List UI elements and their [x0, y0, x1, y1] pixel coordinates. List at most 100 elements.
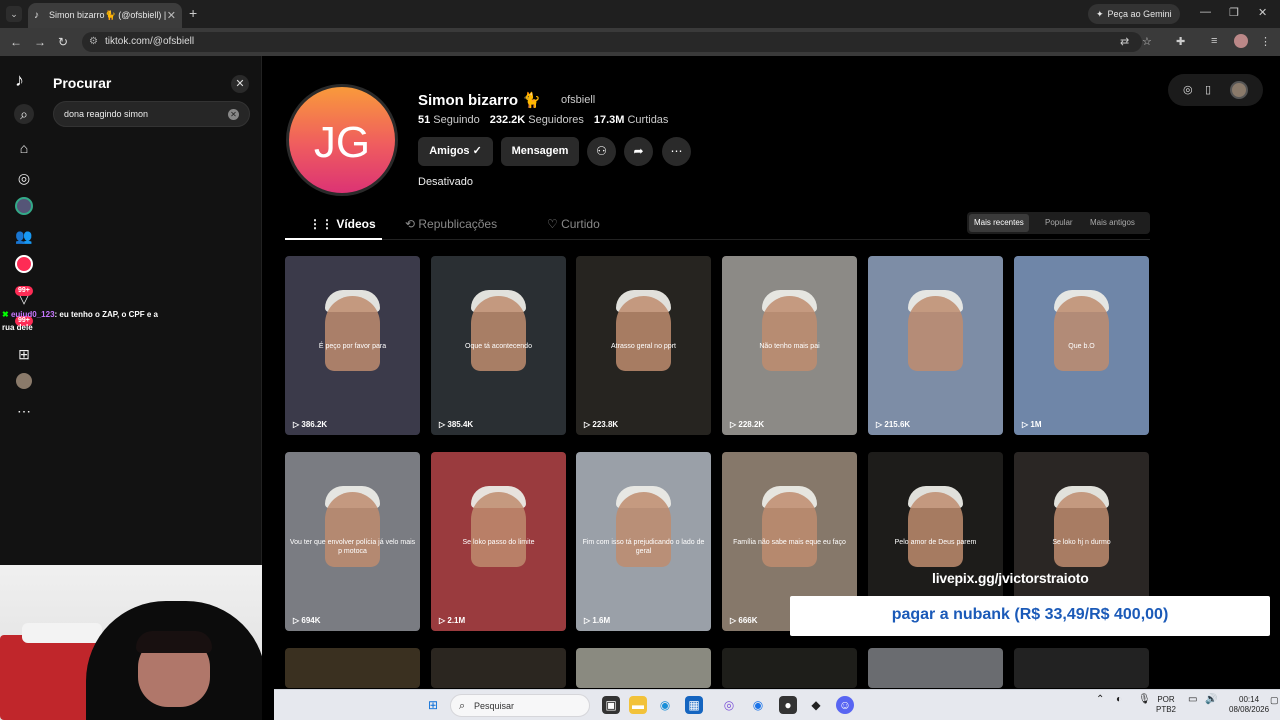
translate-icon[interactable]: ⇄	[1120, 35, 1129, 48]
taskbar-search[interactable]: ⌕ Pesquisar	[450, 694, 590, 717]
video-card[interactable]: Se loko passo do limite ▷ 2.1M	[431, 452, 566, 631]
video-card[interactable]: Atrasso geral no pprt ▷ 223.8K	[576, 256, 711, 435]
tab-reposts[interactable]: ⟲ Republicações	[405, 217, 497, 231]
message-button[interactable]: Mensagem	[501, 137, 579, 166]
video-card[interactable]	[576, 648, 711, 688]
coin-icon[interactable]: ◎	[1183, 83, 1193, 96]
store-icon[interactable]: ▦	[685, 696, 703, 714]
following-stat[interactable]: 51 Seguindo	[418, 114, 480, 126]
sort-recent-button[interactable]: Mais recentes	[969, 214, 1029, 232]
upload-icon[interactable]: ⊞	[14, 344, 34, 364]
phone-icon[interactable]: ▯	[1205, 83, 1211, 96]
video-card[interactable]: Fim com isso tá prejudicando o lado de g…	[576, 452, 711, 631]
tab-search-dropdown-icon[interactable]: ⌄	[6, 6, 22, 22]
user-avatar-icon[interactable]	[1230, 81, 1248, 99]
language-indicator[interactable]: POR PTB2	[1156, 695, 1176, 715]
video-views: ▷ 666K	[730, 616, 758, 625]
video-card[interactable]: Que b.O ▷ 1M	[1014, 256, 1149, 435]
video-card[interactable]: ▷ 215.6K	[868, 256, 1003, 435]
browser-tab[interactable]: ♪ Simon bizarro🐈 (@ofsbiell) | T ✕	[28, 3, 182, 28]
video-card[interactable]	[431, 648, 566, 688]
bookmark-star-icon[interactable]: ☆	[1142, 35, 1152, 48]
video-caption: Se loko hj n durmo	[1052, 539, 1111, 546]
url-bar[interactable]: ⚙ tiktok.com/@ofsbiell	[82, 32, 1142, 52]
chrome-profile-avatar[interactable]	[1234, 34, 1248, 48]
stream-chat-message: ✖ euiud0_123: eu tenho o ZAP, o CPF e a …	[2, 308, 172, 334]
donation-goal-bar: pagar a nubank (R$ 33,49/R$ 400,00)	[790, 596, 1270, 636]
share-icon[interactable]: ➦	[624, 137, 653, 166]
close-window-icon[interactable]: ✕	[1258, 6, 1267, 19]
video-thumb-person	[325, 296, 380, 371]
clock[interactable]: 00:14 08/08/2026	[1229, 695, 1269, 715]
obs-icon[interactable]: ●	[779, 696, 797, 714]
tab-videos[interactable]: ⋮⋮ Vídeos	[309, 217, 376, 231]
profile-name: Simon bizarro 🐈	[418, 92, 541, 109]
minimize-icon[interactable]: —	[1200, 6, 1211, 18]
webcam-overlay	[0, 565, 274, 720]
network-icon[interactable]: ▭	[1188, 695, 1197, 705]
live-icon[interactable]	[14, 255, 34, 275]
url-text: tiktok.com/@ofsbiell	[105, 36, 195, 47]
close-search-button[interactable]: ✕	[231, 75, 249, 93]
sort-oldest-button[interactable]: Mais antigos	[1090, 218, 1135, 227]
followers-stat[interactable]: 232.2K Seguidores	[490, 114, 584, 126]
video-card[interactable]: Não tenho mais pai ▷ 228.2K	[722, 256, 857, 435]
more-icon[interactable]: ⋯	[14, 401, 34, 421]
gemini-button[interactable]: ✦ Peça ao Gemini	[1088, 4, 1180, 24]
back-icon[interactable]: ←	[10, 35, 22, 49]
video-thumb-person	[908, 296, 963, 371]
livepix-overlay: livepix.gg/jvictorstraioto	[932, 570, 1089, 586]
forward-icon[interactable]: →	[34, 35, 46, 49]
video-card[interactable]: Oque tá acontecendo ▷ 385.4K	[431, 256, 566, 435]
video-card[interactable]: Vou ter que envolver polícia já velo mai…	[285, 452, 420, 631]
add-friend-icon[interactable]: ⚇	[587, 137, 616, 166]
edge-icon[interactable]: ◉	[656, 696, 674, 714]
chrome-taskbar-icon[interactable]: ◉	[749, 696, 767, 714]
chat-icon: ✖	[2, 310, 9, 319]
address-toolbar: ← → ↻ ⚙ tiktok.com/@ofsbiell ⇄ ☆ ✚ ≡ ⋮	[0, 28, 1280, 56]
clear-search-icon[interactable]: ✕	[228, 109, 239, 120]
friends-button[interactable]: Amigos ✓	[418, 137, 493, 166]
video-caption: Se loko passo do limite	[462, 539, 535, 546]
task-view-icon[interactable]: ▣	[602, 696, 620, 714]
video-views: ▷ 1.6M	[584, 616, 611, 625]
windows-taskbar: ⊞ ⌕ Pesquisar ▣ ▬ ◉ ▦ ◎ ◉ ● ◆ ☺ ⌃ ◐ 🎙 PO…	[274, 689, 1280, 720]
explore-compass-icon[interactable]: ◎	[14, 168, 34, 188]
more-options-icon[interactable]: ⋯	[662, 137, 691, 166]
menu-kebab-icon[interactable]: ⋮	[1260, 35, 1271, 48]
video-views: ▷ 223.8K	[584, 420, 619, 429]
extensions-icon[interactable]: ✚	[1176, 35, 1185, 48]
reload-icon[interactable]: ↻	[58, 35, 68, 49]
search-icon[interactable]: ⌕	[14, 104, 34, 124]
discord-icon[interactable]: ☺	[836, 696, 854, 714]
microphone-icon[interactable]: 🎙	[1138, 695, 1151, 705]
tiktok-logo-icon[interactable]: ♪	[15, 70, 24, 91]
video-card[interactable]: É peço por favor para ▷ 386.2K	[285, 256, 420, 435]
app-icon-purple[interactable]: ◎	[720, 696, 738, 714]
tray-chevron-icon[interactable]: ⌃	[1096, 695, 1104, 705]
profile-avatar-icon[interactable]	[14, 373, 34, 393]
site-info-icon[interactable]: ⚙	[89, 32, 98, 52]
volume-icon[interactable]: 🔊	[1205, 695, 1217, 705]
video-card[interactable]	[868, 648, 1003, 688]
tab-liked[interactable]: ♡ Curtido	[547, 217, 600, 231]
grid-icon: ⋮⋮	[309, 217, 337, 231]
video-card[interactable]	[1014, 648, 1149, 688]
new-tab-icon[interactable]: +	[189, 5, 197, 21]
friends-icon[interactable]: 👥	[14, 226, 34, 246]
video-card[interactable]	[285, 648, 420, 688]
tray-app-icon[interactable]: ◐	[1116, 695, 1122, 705]
search-input[interactable]	[53, 101, 250, 127]
app-icon-dark[interactable]: ◆	[807, 696, 825, 714]
restore-icon[interactable]: ❐	[1229, 6, 1239, 19]
sort-popular-button[interactable]: Popular	[1045, 218, 1073, 227]
reading-list-icon[interactable]: ≡	[1211, 35, 1217, 47]
close-tab-icon[interactable]: ✕	[167, 9, 176, 22]
file-explorer-icon[interactable]: ▬	[629, 696, 647, 714]
notifications-icon[interactable]: ▢	[1270, 695, 1279, 705]
repost-icon: ⟲	[405, 217, 419, 231]
following-avatar-icon[interactable]	[14, 197, 34, 217]
home-icon[interactable]: ⌂	[14, 138, 34, 158]
video-card[interactable]	[722, 648, 857, 688]
windows-start-icon[interactable]: ⊞	[424, 696, 442, 714]
